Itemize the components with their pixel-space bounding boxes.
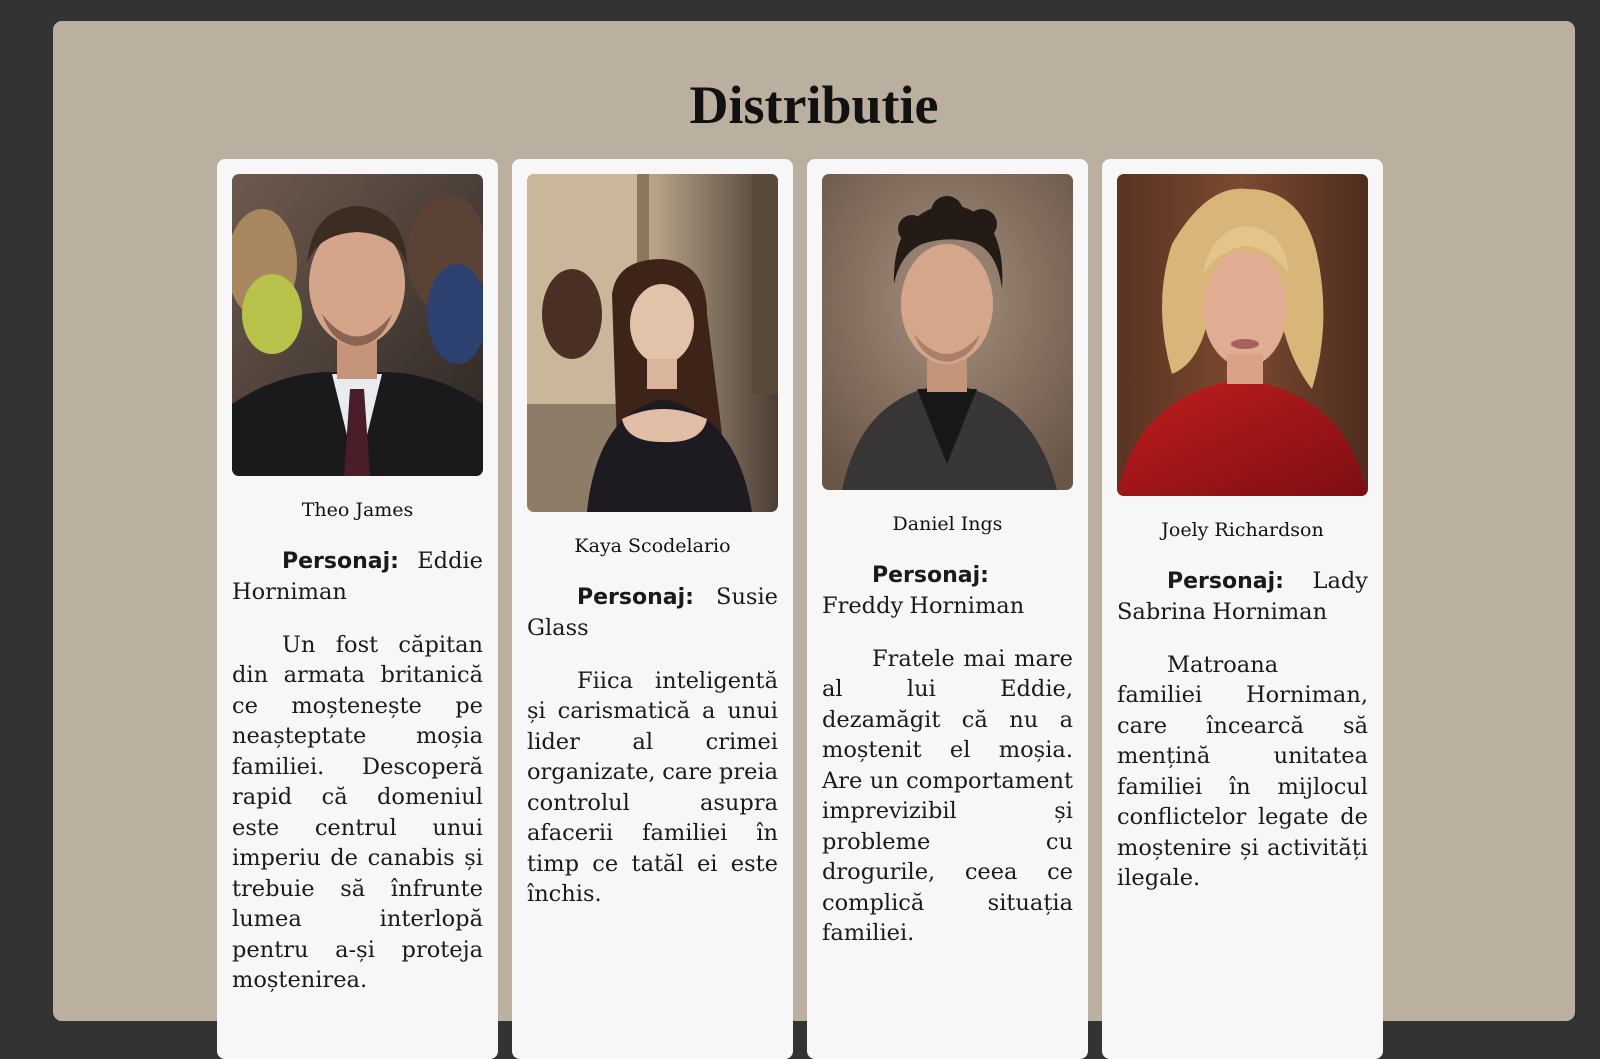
character-label: Personaj:: [282, 548, 399, 574]
character-description: Fiica inteligentă și carismatică a unui …: [527, 667, 778, 908]
actor-name: Kaya Scodelario: [574, 535, 731, 557]
character-description: Matroana familiei Horniman, care încearc…: [1117, 651, 1368, 892]
character-label: Personaj:: [577, 584, 694, 610]
character-info: Personaj: Freddy Horniman: [822, 560, 1073, 621]
actor-photo: [1117, 174, 1368, 496]
character-label: Personaj:: [1167, 568, 1284, 594]
character-label: Personaj:: [872, 562, 989, 588]
character-description: Un fost căpitan din armata britanică ce …: [232, 631, 483, 994]
actor-name: Theo James: [301, 499, 414, 521]
cast-card-joely-richardson: Joely Richardson Personaj: Lady Sabrina …: [1102, 159, 1383, 1059]
actor-name: Joely Richardson: [1161, 519, 1324, 541]
cast-card-theo-james: Theo James Personaj: Eddie Horniman Un f…: [217, 159, 498, 1059]
character-name: Freddy Horniman: [822, 592, 1025, 619]
section-title: Distributie: [689, 75, 939, 135]
cast-card-kaya-scodelario: Kaya Scodelario Personaj: Susie Glass Fi…: [512, 159, 793, 1059]
character-info: Personaj: Lady Sabrina Horniman: [1117, 566, 1368, 627]
cast-section: Distributie Theo James Personaj: Eddie H…: [53, 21, 1575, 1059]
character-description: Fratele mai mare al lui Eddie, dezamăgit…: [822, 645, 1073, 947]
character-info: Personaj: Eddie Horniman: [232, 546, 483, 607]
actor-photo: [232, 174, 483, 476]
cast-card-daniel-ings: Daniel Ings Personaj: Freddy Horniman Fr…: [807, 159, 1088, 1059]
actor-photo: [822, 174, 1073, 490]
actor-name: Daniel Ings: [892, 513, 1003, 535]
character-info: Personaj: Susie Glass: [527, 582, 778, 643]
actor-photo: [527, 174, 778, 512]
